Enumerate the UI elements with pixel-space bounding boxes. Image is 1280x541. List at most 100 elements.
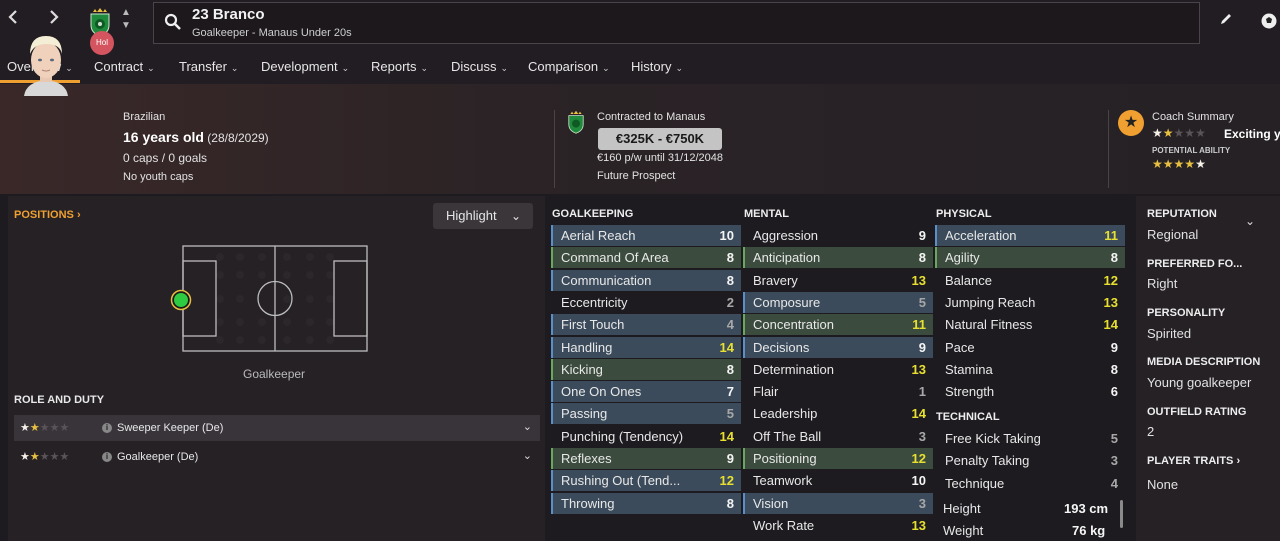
- reputation-label: REPUTATION: [1147, 208, 1217, 220]
- info-icon[interactable]: i: [102, 423, 112, 433]
- role-row-sweeper-keeper[interactable]: ★★★★★ i Sweeper Keeper (De) ⌄: [14, 415, 540, 441]
- attribute-row[interactable]: Concentration 11: [743, 314, 933, 336]
- menu-label: Development: [261, 59, 338, 74]
- forward-arrow-icon[interactable]: [49, 8, 59, 31]
- star-icon: ★: [1162, 157, 1174, 171]
- star-icon: ★: [1173, 126, 1185, 140]
- attribute-row[interactable]: Positioning 12: [743, 448, 933, 469]
- attribute-row[interactable]: First Touch 4: [551, 314, 741, 336]
- football-icon[interactable]: [1260, 12, 1278, 35]
- attribute-row[interactable]: Pace 9: [935, 337, 1125, 358]
- menu-transfer[interactable]: Transfer ⌄: [179, 59, 238, 74]
- chevron-down-icon: ⌄: [510, 209, 521, 223]
- attribute-row[interactable]: Aggression 9: [743, 225, 933, 246]
- attribute-name: Vision: [753, 495, 789, 511]
- attribute-name: Communication: [561, 272, 652, 288]
- attribute-row[interactable]: Throwing 8: [551, 492, 741, 514]
- mental-header: MENTAL: [744, 208, 790, 220]
- attribute-row[interactable]: Punching (Tendency) 14: [551, 426, 741, 447]
- menu-reports[interactable]: Reports ⌄: [371, 59, 428, 74]
- attribute-row[interactable]: Anticipation 8: [743, 247, 933, 269]
- goalkeeper-position-marker[interactable]: [170, 289, 192, 311]
- attribute-row[interactable]: Off The Ball 3: [743, 426, 933, 447]
- transfer-value[interactable]: €325K - €750K: [598, 128, 722, 150]
- attribute-row[interactable]: Bravery 13: [743, 270, 933, 291]
- attribute-row[interactable]: Aerial Reach 10: [551, 225, 741, 246]
- menu-development[interactable]: Development ⌄: [261, 59, 349, 74]
- nationality-badge[interactable]: Hol: [90, 31, 114, 55]
- attribute-row[interactable]: Decisions 9: [743, 336, 933, 358]
- attribute-value: 3: [1110, 453, 1118, 469]
- attribute-row[interactable]: Balance 12: [935, 270, 1125, 291]
- menu-label: Transfer: [179, 59, 227, 74]
- weight-value: 76 kg: [1072, 523, 1106, 538]
- info-icon[interactable]: i: [102, 452, 112, 462]
- attribute-row[interactable]: Communication 8: [551, 269, 741, 291]
- attribute-row[interactable]: Agility 8: [935, 247, 1125, 269]
- attribute-value: 8: [918, 250, 926, 266]
- player-traits-link[interactable]: PLAYER TRAITS ›: [1147, 455, 1240, 467]
- chevron-up-icon[interactable]: ▲: [121, 6, 131, 19]
- menu-bar: Overview⌄ Contract⌄ Transfer⌄ Developmen…: [0, 48, 1280, 85]
- attribute-row[interactable]: Reflexes 9: [551, 448, 741, 469]
- preferred-foot-label: PREFERRED FO...: [1147, 258, 1243, 270]
- attribute-row[interactable]: Leadership 14: [743, 403, 933, 424]
- menu-discuss[interactable]: Discuss ⌄: [451, 59, 508, 74]
- menu-history[interactable]: History ⌄: [631, 59, 683, 74]
- attribute-row[interactable]: Eccentricity 2: [551, 292, 741, 313]
- menu-comparison[interactable]: Comparison ⌄: [528, 59, 610, 74]
- attribute-row[interactable]: Passing 5: [551, 403, 741, 425]
- menu-label: Reports: [371, 59, 417, 74]
- media-description-label: MEDIA DESCRIPTION: [1147, 356, 1261, 368]
- attribute-value: 11: [1104, 228, 1118, 243]
- role-row-goalkeeper[interactable]: ★★★★★ i Goalkeeper (De) ⌄: [14, 444, 540, 470]
- player-switch-arrows[interactable]: ▲ ▼: [121, 6, 131, 32]
- pitch-diagram: [182, 245, 368, 352]
- attribute-name: Positioning: [753, 451, 817, 466]
- attribute-row[interactable]: Rushing Out (Tend... 12: [551, 470, 741, 492]
- attribute-row[interactable]: Teamwork 10: [743, 470, 933, 491]
- attribute-row[interactable]: Flair 1: [743, 381, 933, 402]
- menu-contract[interactable]: Contract ⌄: [94, 59, 155, 74]
- attribute-value: 12: [911, 451, 926, 466]
- search-icon[interactable]: [164, 13, 182, 36]
- attribute-row[interactable]: Technique 4: [935, 473, 1125, 494]
- attribute-row[interactable]: Strength 6: [935, 381, 1125, 402]
- attribute-name: Free Kick Taking: [945, 431, 1041, 446]
- player-traits-label: PLAYER TRAITS: [1147, 455, 1234, 467]
- attribute-value: 13: [911, 517, 926, 533]
- attribute-name: Handling: [561, 339, 613, 355]
- attribute-row[interactable]: Penalty Taking 3: [935, 450, 1125, 471]
- positions-link[interactable]: POSITIONS ›: [14, 209, 81, 221]
- attribute-row[interactable]: One On Ones 7: [551, 381, 741, 403]
- attribute-row[interactable]: Kicking 8: [551, 358, 741, 380]
- attribute-row[interactable]: Acceleration 11: [935, 225, 1125, 246]
- potential-label: POTENTIAL ABILITY: [1152, 146, 1231, 155]
- attribute-row[interactable]: Jumping Reach 13: [935, 292, 1125, 313]
- chevron-down-icon[interactable]: ⌄: [523, 449, 532, 462]
- attributes-scrollbar[interactable]: [1120, 500, 1123, 528]
- pencil-icon[interactable]: [1219, 12, 1233, 31]
- star-icon: ★: [20, 422, 30, 434]
- half-star-icon: ★: [29, 422, 40, 434]
- chevron-down-icon[interactable]: ▼: [121, 19, 131, 32]
- attribute-row[interactable]: Composure 5: [743, 291, 933, 313]
- highlight-dropdown[interactable]: Highlight ⌄: [433, 203, 533, 229]
- back-arrow-icon[interactable]: [8, 8, 18, 31]
- attribute-row[interactable]: Work Rate 13: [743, 515, 933, 536]
- attribute-row[interactable]: Free Kick Taking 5: [935, 428, 1125, 449]
- attribute-row[interactable]: Command Of Area 8: [551, 247, 741, 269]
- attribute-row[interactable]: Stamina 8: [935, 359, 1125, 380]
- player-search-box[interactable]: 23 Branco Goalkeeper - Manaus Under 20s: [153, 2, 1200, 44]
- attribute-row[interactable]: Handling 14: [551, 336, 741, 358]
- attribute-row[interactable]: Determination 13: [743, 359, 933, 380]
- attribute-value: 9: [918, 228, 926, 243]
- attribute-row[interactable]: Vision 3: [743, 492, 933, 514]
- goalkeeping-header: GOALKEEPING: [552, 208, 634, 220]
- chevron-down-icon[interactable]: ⌄: [1245, 214, 1255, 228]
- chevron-down-icon[interactable]: ⌄: [523, 420, 532, 433]
- role-duty-title: ROLE AND DUTY: [14, 394, 105, 406]
- attribute-row[interactable]: Natural Fitness 14: [935, 314, 1125, 335]
- attribute-name: Teamwork: [753, 473, 813, 489]
- attribute-name: Balance: [945, 272, 992, 288]
